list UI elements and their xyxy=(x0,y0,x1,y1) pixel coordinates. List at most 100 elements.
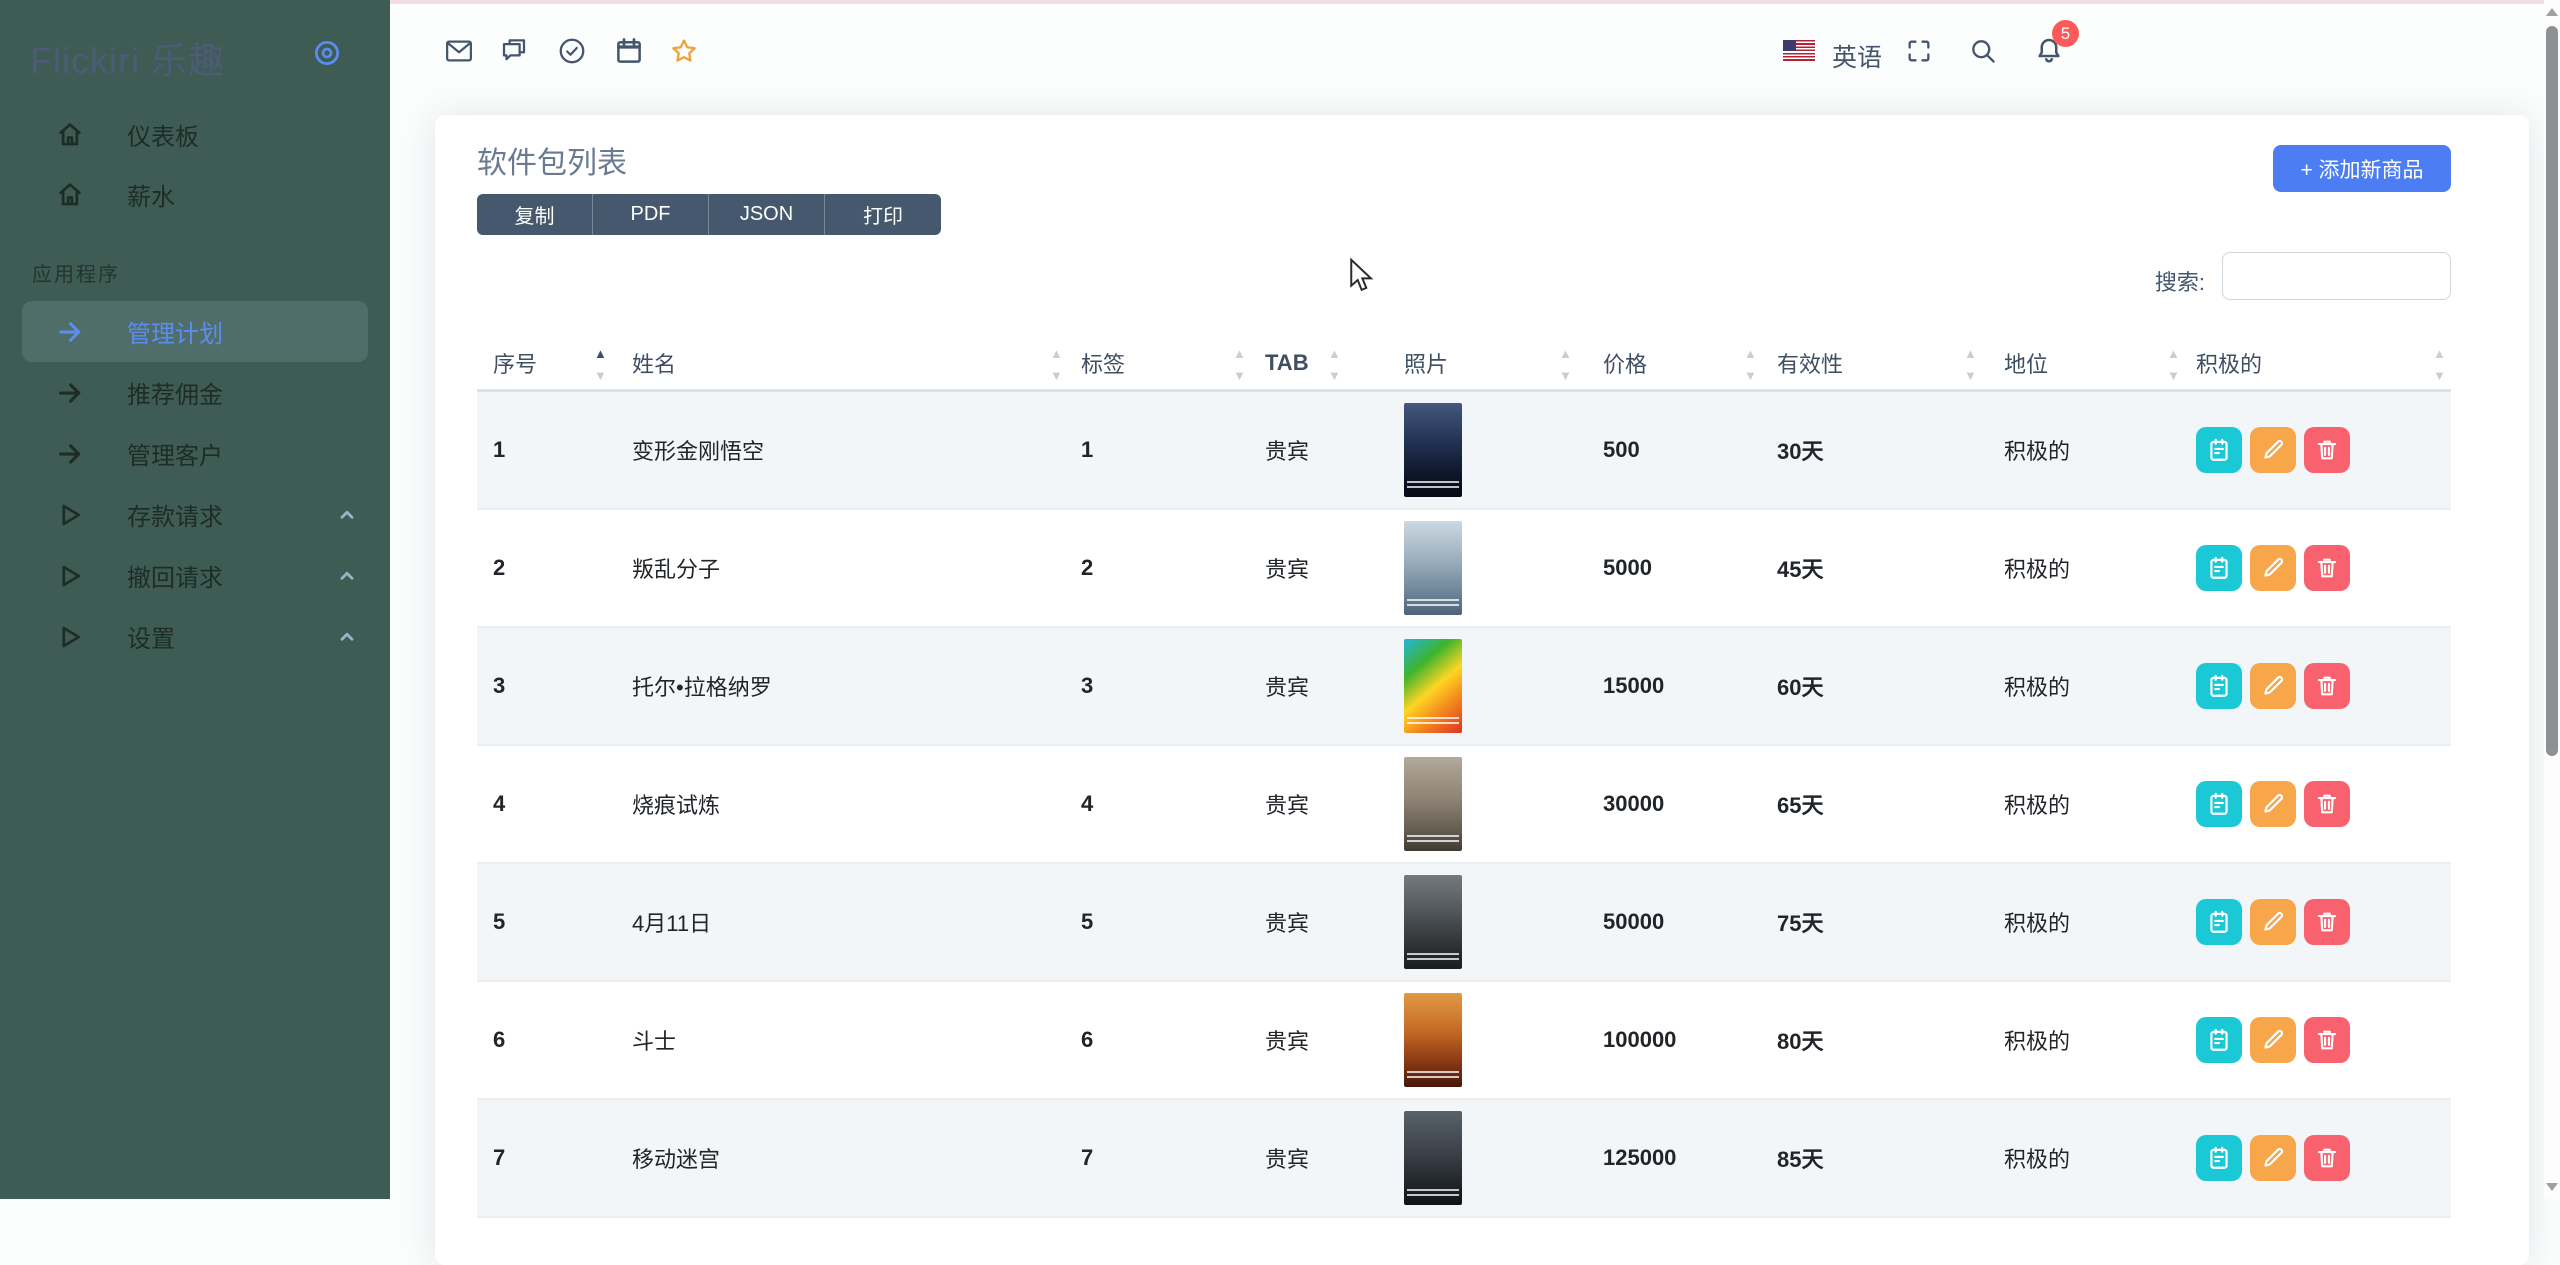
column-header-标签[interactable]: 标签 xyxy=(1081,347,1125,379)
sort-asc-icon[interactable]: ▲ xyxy=(2433,347,2446,360)
sort-desc-icon[interactable]: ▼ xyxy=(1050,369,1063,382)
cell-status: 积极的 xyxy=(2004,670,2070,702)
scrollbar-up-arrow[interactable] xyxy=(2546,8,2558,16)
edit-action-button[interactable] xyxy=(2250,1135,2296,1181)
schedule-action-button[interactable] xyxy=(2196,427,2242,473)
sidebar-item-撤回请求[interactable]: 撤回请求 xyxy=(0,545,390,606)
chat-icon[interactable] xyxy=(499,36,529,66)
sidebar-item-label: 管理客户 xyxy=(127,436,223,471)
sort-desc-icon[interactable]: ▼ xyxy=(1328,369,1341,382)
table-row: 3托尔•拉格纳罗3贵宾1500060天积极的 xyxy=(477,628,2451,746)
11th-april-poster xyxy=(1404,875,1462,969)
cell-tab: 贵宾 xyxy=(1265,788,1309,820)
target-icon[interactable] xyxy=(312,38,342,68)
fighter-poster xyxy=(1404,993,1462,1087)
edit-action-button[interactable] xyxy=(2250,427,2296,473)
sort-desc-icon[interactable]: ▼ xyxy=(2167,369,2180,382)
column-header-序号[interactable]: 序号 xyxy=(493,347,537,379)
us-flag-icon[interactable] xyxy=(1783,40,1815,61)
sort-desc-icon[interactable]: ▼ xyxy=(594,369,607,382)
add-product-button[interactable]: + 添加新商品 xyxy=(2273,145,2451,192)
chevron-up-icon xyxy=(336,504,358,526)
sort-asc-icon[interactable]: ▲ xyxy=(1050,347,1063,360)
column-header-积极的[interactable]: 积极的 xyxy=(2196,347,2262,379)
delete-action-button[interactable] xyxy=(2304,781,2350,827)
sort-asc-icon[interactable]: ▲ xyxy=(2167,347,2180,360)
sort-desc-icon[interactable]: ▼ xyxy=(2433,369,2446,382)
sidebar-item-管理计划[interactable]: 管理计划 xyxy=(22,301,368,362)
sidebar-item-管理客户[interactable]: 管理客户 xyxy=(0,423,390,484)
edit-action-button[interactable] xyxy=(2250,663,2296,709)
delete-action-button[interactable] xyxy=(2304,427,2350,473)
delete-action-button[interactable] xyxy=(2304,545,2350,591)
edit-action-button[interactable] xyxy=(2250,1017,2296,1063)
language-selector[interactable]: 英语 xyxy=(1832,38,1882,74)
fullscreen-icon[interactable] xyxy=(1905,37,1933,65)
arrow-right-icon xyxy=(55,378,85,408)
column-header-价格[interactable]: 价格 xyxy=(1603,347,1647,379)
column-header-姓名[interactable]: 姓名 xyxy=(632,347,676,379)
mail-icon[interactable] xyxy=(444,36,474,66)
column-header-TAB[interactable]: TAB xyxy=(1265,350,1309,376)
calendar-icon[interactable] xyxy=(614,36,644,66)
sort-desc-icon[interactable]: ▼ xyxy=(1233,369,1246,382)
check-circle-icon[interactable] xyxy=(557,36,587,66)
home-icon xyxy=(55,179,85,209)
edit-action-button[interactable] xyxy=(2250,899,2296,945)
schedule-action-button[interactable] xyxy=(2196,1135,2242,1181)
cell-tag: 6 xyxy=(1081,1027,1093,1053)
sort-asc-icon[interactable]: ▲ xyxy=(1233,347,1246,360)
sidebar-item-推荐佣金[interactable]: 推荐佣金 xyxy=(0,362,390,423)
schedule-action-button[interactable] xyxy=(2196,545,2242,591)
schedule-action-button[interactable] xyxy=(2196,781,2242,827)
sidebar-item-薪水[interactable]: 薪水 xyxy=(0,164,390,224)
sort-desc-icon[interactable]: ▼ xyxy=(1559,369,1572,382)
search-input[interactable] xyxy=(2222,252,2451,300)
edit-action-button[interactable] xyxy=(2250,781,2296,827)
export-button-复制[interactable]: 复制 xyxy=(477,194,593,235)
delete-action-button[interactable] xyxy=(2304,1135,2350,1181)
column-header-地位[interactable]: 地位 xyxy=(2004,347,2048,379)
trash-icon xyxy=(2314,909,2340,935)
schedule-action-button[interactable] xyxy=(2196,663,2242,709)
arrow-right-icon xyxy=(55,439,85,469)
delete-action-button[interactable] xyxy=(2304,663,2350,709)
export-button-打印[interactable]: 打印 xyxy=(825,194,941,235)
star-icon[interactable] xyxy=(669,36,699,66)
sidebar-item-设置[interactable]: 设置 xyxy=(0,606,390,667)
column-header-有效性[interactable]: 有效性 xyxy=(1777,347,1843,379)
schedule-action-button[interactable] xyxy=(2196,1017,2242,1063)
sidebar-item-存款请求[interactable]: 存款请求 xyxy=(0,484,390,545)
plus-icon: + xyxy=(2300,159,2312,182)
export-button-JSON[interactable]: JSON xyxy=(709,194,825,235)
sort-asc-icon[interactable]: ▲ xyxy=(1559,347,1572,360)
cell-serial: 5 xyxy=(493,909,505,935)
sort-asc-icon[interactable]: ▲ xyxy=(1964,347,1977,360)
notepad-icon xyxy=(2206,909,2232,935)
sort-asc-icon[interactable]: ▲ xyxy=(1328,347,1341,360)
scrollbar-down-arrow[interactable] xyxy=(2546,1183,2558,1191)
export-button-PDF[interactable]: PDF xyxy=(593,194,709,235)
cell-serial: 1 xyxy=(493,437,505,463)
sidebar-nav-top: 仪表板薪水 xyxy=(0,104,390,224)
cell-name: 移动迷宫 xyxy=(632,1142,720,1174)
sort-asc-icon[interactable]: ▲ xyxy=(1744,347,1757,360)
sort-asc-icon[interactable]: ▲ xyxy=(594,347,607,360)
edit-action-button[interactable] xyxy=(2250,545,2296,591)
arrow-right-icon xyxy=(55,317,85,347)
trash-icon xyxy=(2314,1027,2340,1053)
delete-action-button[interactable] xyxy=(2304,1017,2350,1063)
sort-desc-icon[interactable]: ▼ xyxy=(1744,369,1757,382)
scrollbar-thumb[interactable] xyxy=(2546,26,2558,756)
search-icon[interactable] xyxy=(1969,37,1997,65)
trash-icon xyxy=(2314,437,2340,463)
notepad-icon xyxy=(2206,673,2232,699)
cell-price: 50000 xyxy=(1603,909,1664,935)
column-header-照片[interactable]: 照片 xyxy=(1404,347,1448,379)
sort-desc-icon[interactable]: ▼ xyxy=(1964,369,1977,382)
row-actions xyxy=(2196,781,2350,827)
schedule-action-button[interactable] xyxy=(2196,899,2242,945)
sidebar-item-仪表板[interactable]: 仪表板 xyxy=(0,104,390,164)
row-actions xyxy=(2196,663,2350,709)
delete-action-button[interactable] xyxy=(2304,899,2350,945)
